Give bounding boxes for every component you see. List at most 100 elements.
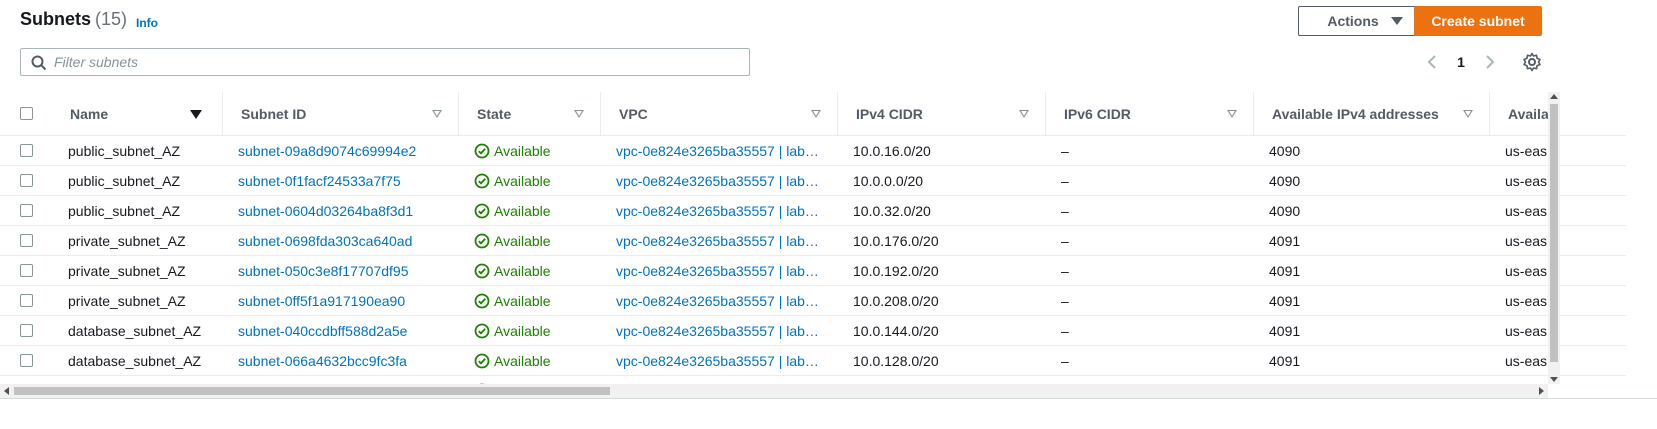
vpc-link[interactable]: vpc-0e824e3265ba35557 | lab… <box>616 353 819 369</box>
subnet-id-link[interactable]: subnet-09a8d9074c69994e2 <box>238 143 416 159</box>
scroll-right-icon[interactable] <box>1539 387 1544 395</box>
table-row[interactable]: database_subnet_AZ subnet-066a4632bcc9fc3… <box>0 345 1626 376</box>
column-header-vpc[interactable]: VPC <box>600 92 837 136</box>
cell-vpc: vpc-0e824e3265ba35557 | lab… <box>600 345 837 376</box>
subnet-id-link[interactable]: subnet-0f1facf24533a7f75 <box>238 173 401 189</box>
subnet-count: (15) <box>95 9 128 29</box>
vertical-scrollbar[interactable] <box>1548 92 1560 384</box>
column-header-available-ipv4[interactable]: Available IPv4 addresses <box>1253 92 1489 136</box>
row-checkbox[interactable] <box>20 264 33 277</box>
vpc-link[interactable]: vpc-0e824e3265ba35557 | lab… <box>616 203 819 219</box>
horizontal-scrollbar[interactable] <box>0 384 1548 398</box>
sort-desc-icon[interactable] <box>190 110 202 119</box>
column-label: State <box>477 105 512 122</box>
cell-state: Available <box>458 135 600 166</box>
filter-subnets-input[interactable] <box>54 52 734 72</box>
table-row[interactable]: public_subnet_AZ subnet-0604d03264ba8f3d1… <box>0 195 1626 226</box>
row-checkbox[interactable] <box>20 294 33 307</box>
actions-dropdown-button[interactable]: Actions <box>1298 6 1432 36</box>
horizontal-scroll-thumb[interactable] <box>14 387 610 395</box>
check-circle-icon <box>474 173 490 189</box>
chevron-left-icon[interactable] <box>1426 54 1438 70</box>
subnet-id-link[interactable]: subnet-050c3e8f17707df95 <box>238 263 408 279</box>
row-checkbox[interactable] <box>20 204 33 217</box>
subnet-id-link[interactable]: subnet-0ff5f1a917190ea90 <box>238 293 405 309</box>
table-row[interactable]: public_subnet_AZ subnet-09a8d9074c69994e2… <box>0 135 1626 166</box>
table-row[interactable]: private_subnet_AZ subnet-0698fda303ca640a… <box>0 225 1626 256</box>
vpc-link[interactable]: vpc-0e824e3265ba35557 | lab… <box>616 233 819 249</box>
cell-name: public_subnet_AZ <box>52 135 222 166</box>
check-circle-icon <box>474 263 490 279</box>
select-all-header <box>0 92 52 136</box>
row-checkbox[interactable] <box>20 174 33 187</box>
vpc-link[interactable]: vpc-0e824e3265ba35557 | lab… <box>616 263 819 279</box>
select-all-checkbox[interactable] <box>20 107 33 120</box>
cell-subnet-id: subnet-066a4632bcc9fc3fa <box>222 345 458 376</box>
page-number[interactable]: 1 <box>1457 54 1465 70</box>
row-checkbox[interactable] <box>20 324 33 337</box>
page-title: Subnets (15) <box>20 9 127 30</box>
sort-icon[interactable] <box>1463 110 1473 118</box>
subnet-id-link[interactable]: subnet-040ccdbff588d2a5e <box>238 323 407 339</box>
vertical-scroll-thumb[interactable] <box>1550 104 1558 362</box>
table-row[interactable]: database_subnet_AZ subnet-040ccdbff588d2a… <box>0 315 1626 346</box>
cell-ipv4-cidr: 10.0.208.0/20 <box>837 285 1045 316</box>
cell-vpc: vpc-0e824e3265ba35557 | lab… <box>600 255 837 286</box>
vpc-link[interactable]: vpc-0e824e3265ba35557 | lab… <box>616 143 819 159</box>
cell-name: private_subnet_AZ <box>52 225 222 256</box>
status-text: Available <box>494 262 551 279</box>
scroll-left-icon[interactable] <box>4 387 9 395</box>
cell-subnet-id: subnet-0604d03264ba8f3d1 <box>222 195 458 226</box>
row-checkbox[interactable] <box>20 354 33 367</box>
column-header-ipv4-cidr[interactable]: IPv4 CIDR <box>837 92 1045 136</box>
sort-icon[interactable] <box>1019 110 1029 118</box>
check-circle-icon <box>474 323 490 339</box>
divider <box>0 398 1657 399</box>
column-label: IPv4 CIDR <box>856 105 923 122</box>
column-header-state[interactable]: State <box>458 92 600 136</box>
column-header-ipv6-cidr[interactable]: IPv6 CIDR <box>1045 92 1253 136</box>
gear-icon[interactable] <box>1522 52 1542 72</box>
check-circle-icon <box>474 353 490 369</box>
cell-ipv6-cidr: – <box>1045 345 1253 376</box>
row-select-cell <box>0 345 52 376</box>
cell-ipv4-cidr: 10.0.32.0/20 <box>837 195 1045 226</box>
cell-name: private_subnet_AZ <box>52 255 222 286</box>
table-row[interactable]: public_subnet_AZ subnet-0f1facf24533a7f75… <box>0 165 1626 196</box>
status-badge: Available <box>474 263 600 279</box>
column-header-name[interactable]: Name <box>52 92 222 136</box>
row-checkbox[interactable] <box>20 144 33 157</box>
status-badge: Available <box>474 203 600 219</box>
cell-state: Available <box>458 285 600 316</box>
sort-icon[interactable] <box>811 110 821 118</box>
actions-label: Actions <box>1327 13 1379 29</box>
scroll-down-icon[interactable] <box>1550 377 1558 382</box>
sort-icon[interactable] <box>432 110 442 118</box>
cell-name: private_subnet_AZ <box>52 285 222 316</box>
column-header-subnet-id[interactable]: Subnet ID <box>222 92 458 136</box>
create-subnet-button[interactable]: Create subnet <box>1414 6 1542 36</box>
subnet-id-link[interactable]: subnet-0698fda303ca640ad <box>238 233 412 249</box>
info-link[interactable]: Info <box>136 16 158 30</box>
status-text: Available <box>494 322 551 339</box>
vpc-link[interactable]: vpc-0e824e3265ba35557 | lab… <box>616 293 819 309</box>
vpc-link[interactable]: vpc-0e824e3265ba35557 | lab… <box>616 323 819 339</box>
row-checkbox[interactable] <box>20 234 33 247</box>
row-select-cell <box>0 195 52 226</box>
column-label: Availa <box>1508 105 1549 122</box>
table-row[interactable]: private_subnet_AZ subnet-050c3e8f17707df9… <box>0 255 1626 286</box>
subnet-id-link[interactable]: subnet-0604d03264ba8f3d1 <box>238 203 413 219</box>
vpc-link[interactable]: vpc-0e824e3265ba35557 | lab… <box>616 173 819 189</box>
scroll-up-icon[interactable] <box>1550 94 1558 99</box>
table-header-row: Name Subnet ID State VPC IPv4 CIDR IPv6 … <box>0 92 1626 136</box>
cell-vpc: vpc-0e824e3265ba35557 | lab… <box>600 135 837 166</box>
cell-ipv6-cidr: – <box>1045 255 1253 286</box>
cell-state: Available <box>458 195 600 226</box>
sort-icon[interactable] <box>1227 110 1237 118</box>
cell-ipv6-cidr: – <box>1045 195 1253 226</box>
cell-state: Available <box>458 345 600 376</box>
table-row[interactable]: private_subnet_AZ subnet-0ff5f1a917190ea9… <box>0 285 1626 316</box>
sort-icon[interactable] <box>574 110 584 118</box>
subnet-id-link[interactable]: subnet-066a4632bcc9fc3fa <box>238 353 407 369</box>
chevron-right-icon[interactable] <box>1484 54 1496 70</box>
